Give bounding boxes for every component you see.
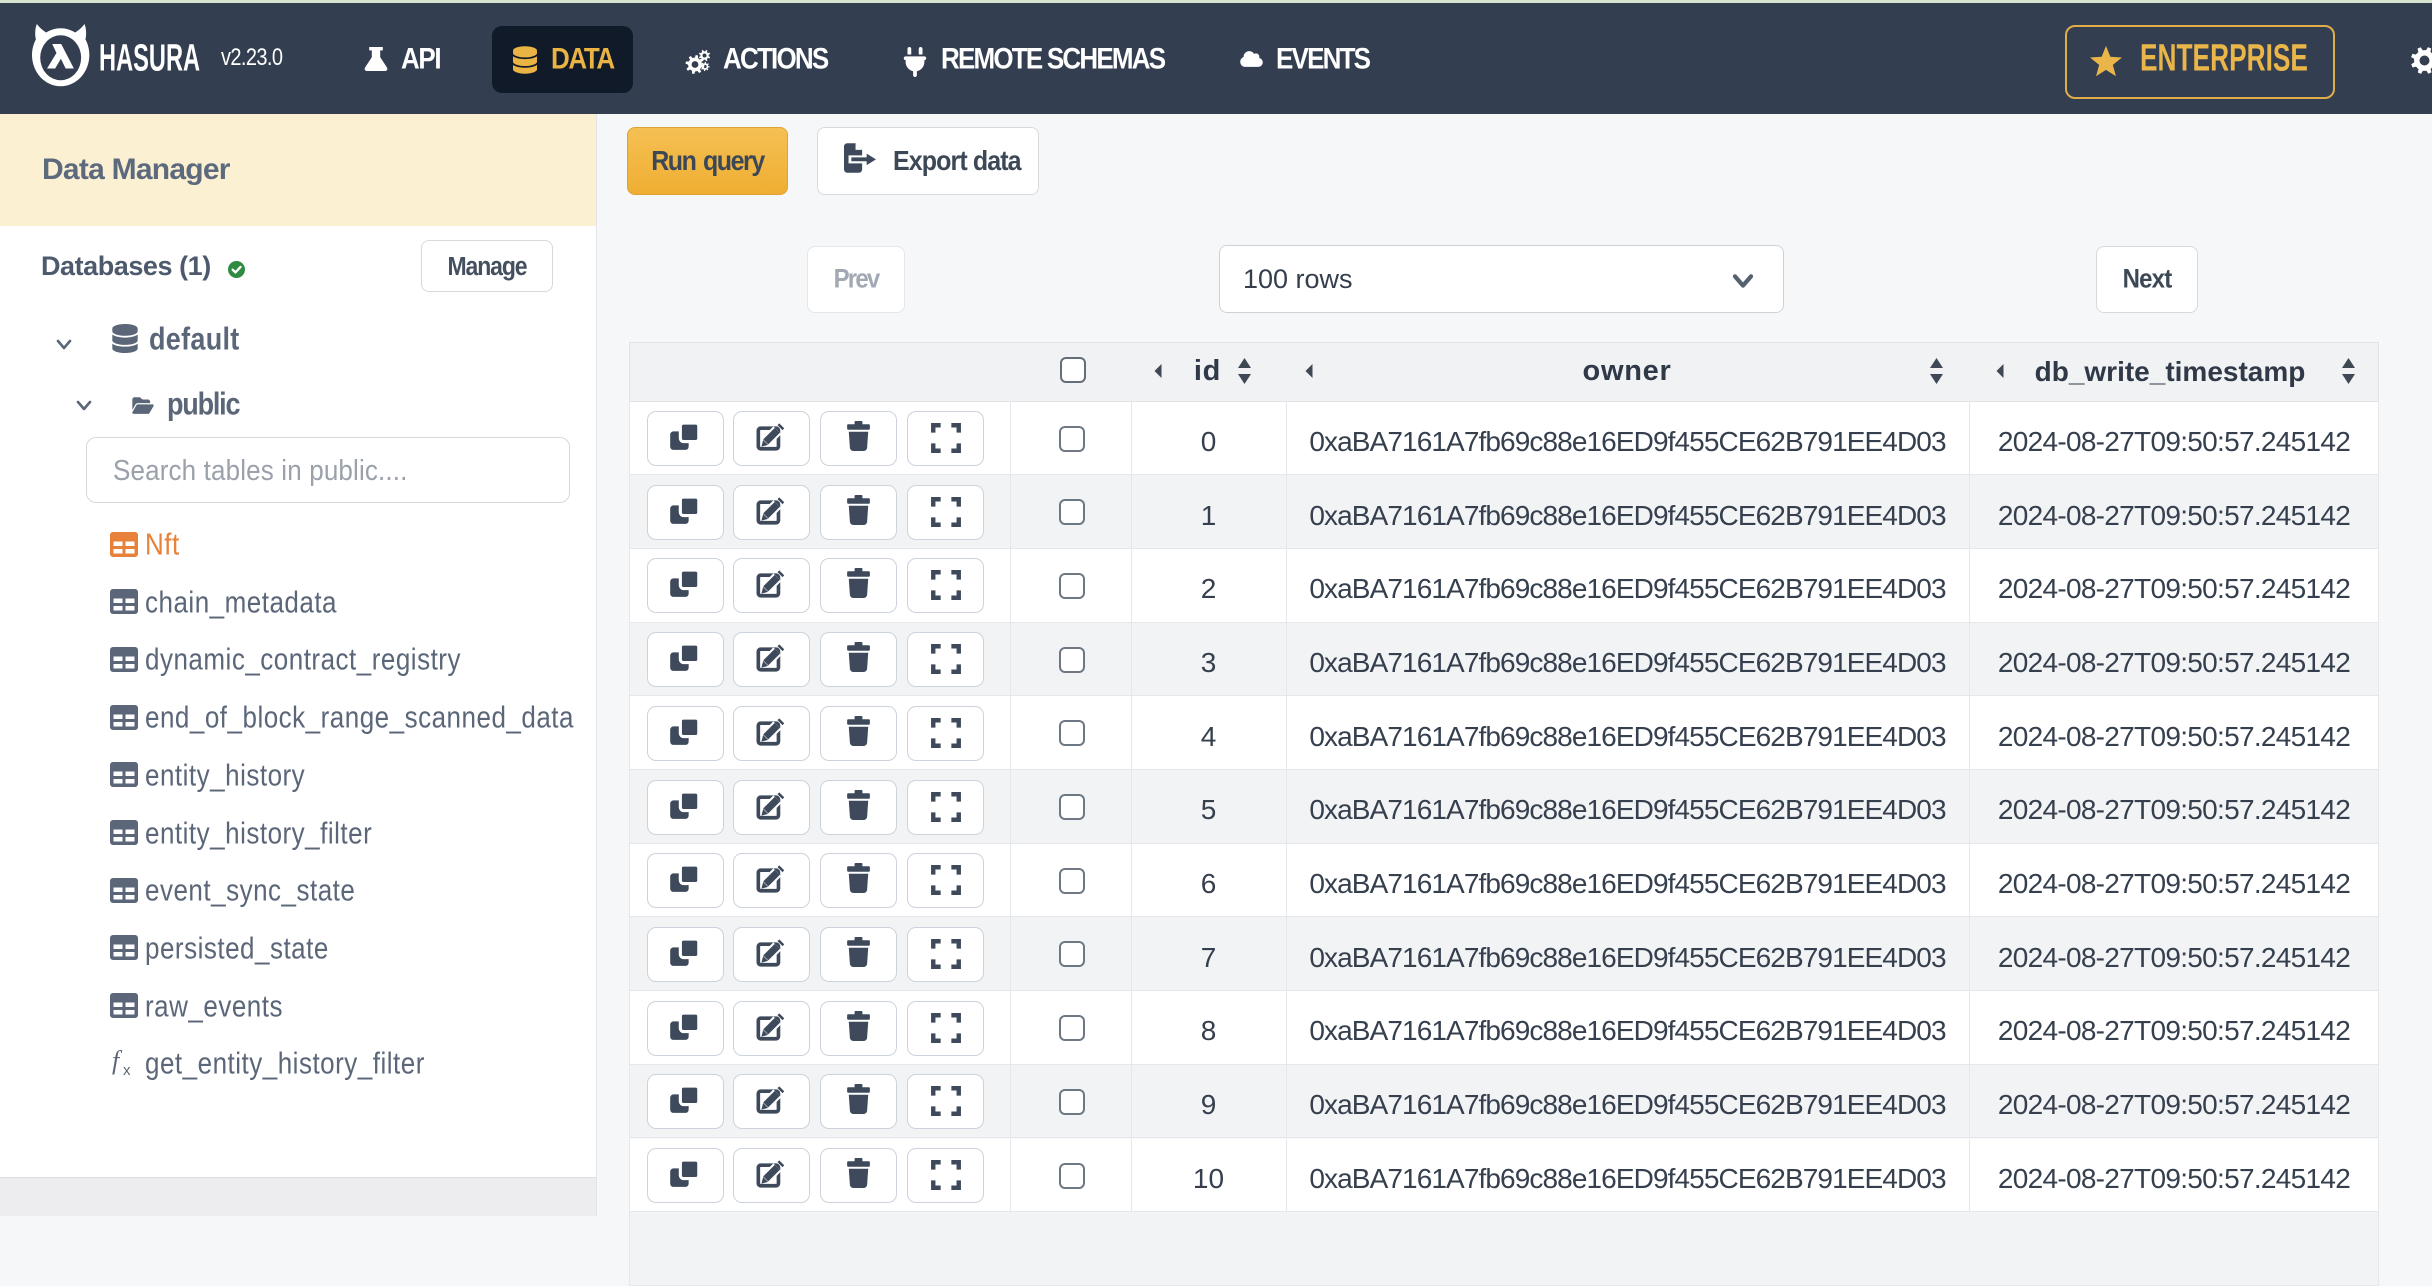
svg-text:f: f (112, 1050, 123, 1075)
svg-text:x: x (123, 1062, 131, 1076)
